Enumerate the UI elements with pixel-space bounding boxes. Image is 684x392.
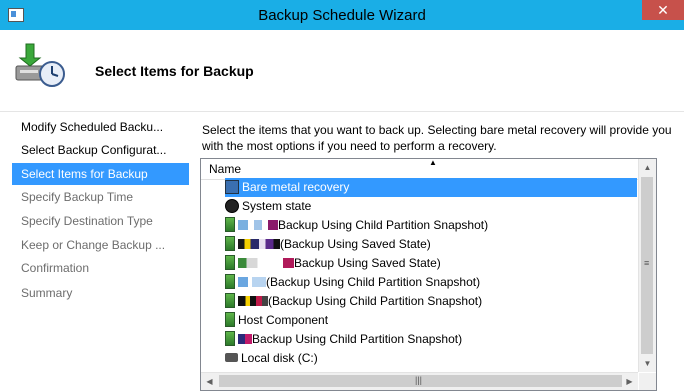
tree-item-label: Local disk (C:) [241, 351, 318, 365]
redacted-vm-name [238, 257, 294, 268]
scroll-grip-icon: ||| [415, 375, 423, 385]
tree-item-label: Bare metal recovery [242, 180, 350, 194]
window-title: Backup Schedule Wizard [258, 7, 426, 24]
nav-item-confirmation: Confirmation [21, 261, 90, 275]
tree-item-virtual-machine[interactable]: (Backup Using Child Partition Snapshot) [225, 292, 482, 311]
column-header-name[interactable]: Name ▲ [201, 158, 638, 180]
tree-item-virtual-machine[interactable]: Backup Using Child Partition Snapshot) [225, 330, 462, 349]
nav-item-specify-backup-time: Specify Backup Time [21, 190, 134, 204]
tree-item-system-state[interactable]: System state [225, 197, 311, 216]
scroll-down-icon[interactable]: ▼ [639, 355, 656, 372]
nav-item-select-items-for-backup[interactable]: Select Items for Backup [12, 163, 189, 185]
tree-item-local-disk[interactable]: Local disk (C:) [225, 349, 318, 368]
scroll-right-icon[interactable]: ▶ [621, 373, 638, 390]
nav-item-summary: Summary [21, 286, 73, 300]
instructions-text: Select the items that you want to back u… [202, 123, 672, 153]
close-button[interactable]: ✕ [642, 0, 684, 20]
page-title: Select Items for Backup [95, 63, 254, 79]
redacted-vm-name [238, 219, 278, 230]
tree-item-virtual-machine[interactable]: Backup Using Saved State) [225, 254, 441, 273]
tree-item-label: Backup Using Saved State) [294, 256, 441, 270]
horizontal-scroll-thumb[interactable]: ||| [219, 375, 622, 387]
nav-item-select-backup-configuration[interactable]: Select Backup Configurat... [14, 139, 181, 161]
virtual-machine-icon [225, 293, 235, 309]
horizontal-scrollbar[interactable]: ◀ ||| ▶ [201, 372, 638, 390]
tree-item-label: Host Component [238, 313, 329, 327]
wizard-steps-nav: Modify Scheduled Backu... Select Backup … [0, 112, 190, 392]
column-header-label: Name [209, 162, 242, 176]
backup-items-tree[interactable]: Name ▲ Bare metal recovery System state … [200, 158, 657, 391]
tree-item-bare-metal-recovery[interactable]: Bare metal recovery [225, 178, 637, 197]
redacted-vm-name [238, 238, 280, 249]
wizard-header: Select Items for Backup [0, 30, 684, 112]
vertical-scrollbar[interactable]: ▲ ≡ ▼ [638, 159, 656, 372]
system-state-icon [225, 198, 239, 213]
tree-item-label: (Backup Using Child Partition Snapshot) [266, 275, 481, 289]
tree-item-host-component[interactable]: Host Component [225, 311, 328, 330]
redacted-vm-name [238, 276, 266, 287]
virtual-machine-icon [225, 236, 235, 252]
tree-item-label: (Backup Using Saved State) [280, 237, 431, 251]
vertical-scroll-thumb[interactable]: ≡ [641, 177, 653, 354]
tree-item-virtual-machine[interactable]: (Backup Using Saved State) [225, 235, 431, 254]
host-component-icon [225, 312, 235, 328]
bare-metal-recovery-icon [225, 179, 239, 194]
tree-item-virtual-machine[interactable]: Backup Using Child Partition Snapshot) [225, 216, 488, 235]
title-bar: Backup Schedule Wizard ✕ [0, 0, 684, 30]
virtual-machine-icon [225, 331, 235, 347]
nav-item-keep-or-change-backup: Keep or Change Backup ... [21, 238, 166, 252]
backup-wizard-icon [15, 43, 65, 87]
nav-item-specify-destination-type: Specify Destination Type [21, 214, 153, 228]
virtual-machine-icon [225, 255, 235, 271]
redacted-vm-name [238, 295, 268, 306]
sort-ascending-icon: ▲ [429, 158, 437, 167]
tree-item-label: System state [242, 199, 312, 213]
tree-item-virtual-machine[interactable]: (Backup Using Child Partition Snapshot) [225, 273, 480, 292]
virtual-machine-icon [225, 217, 235, 233]
tree-item-label: Backup Using Child Partition Snapshot) [278, 218, 489, 232]
redacted-vm-name [238, 333, 252, 344]
local-disk-icon [225, 353, 238, 363]
scroll-grip-icon: ≡ [644, 258, 650, 268]
virtual-machine-icon [225, 274, 235, 290]
scroll-up-icon[interactable]: ▲ [639, 159, 656, 176]
scrollbar-corner [639, 373, 656, 390]
scroll-left-icon[interactable]: ◀ [201, 373, 218, 390]
tree-item-label: (Backup Using Child Partition Snapshot) [268, 294, 483, 308]
tree-item-label: Backup Using Child Partition Snapshot) [252, 332, 463, 346]
nav-item-modify-scheduled-backup[interactable]: Modify Scheduled Backu... [14, 116, 181, 138]
